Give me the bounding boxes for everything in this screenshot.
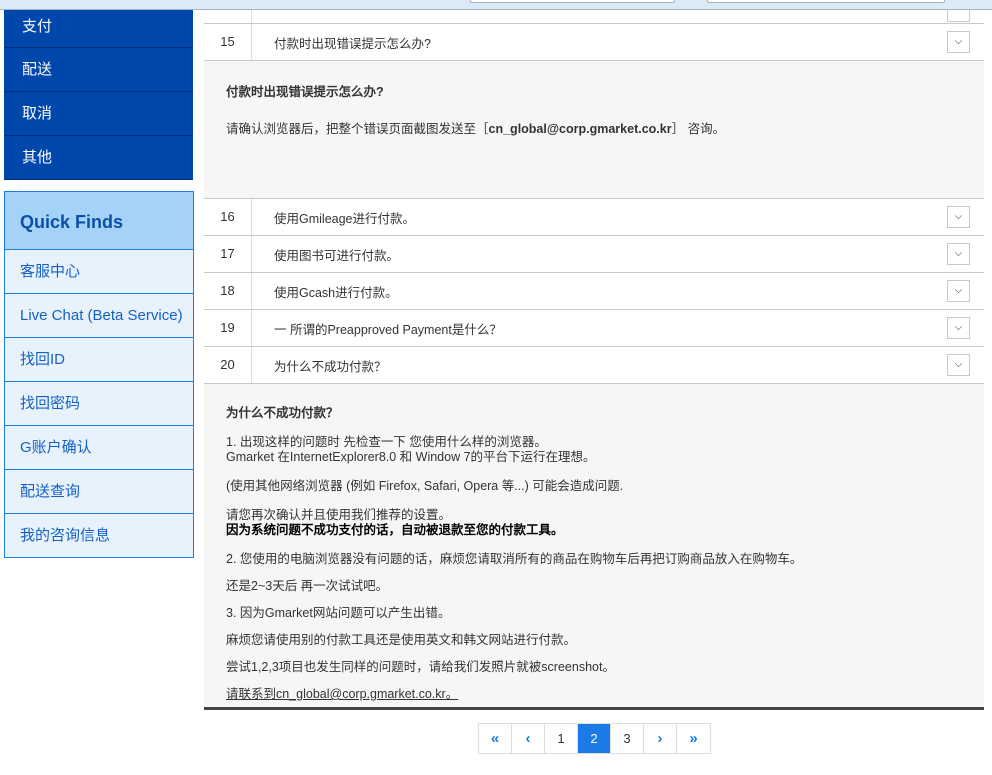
last-page-icon[interactable]: » bbox=[677, 724, 710, 753]
faq-number: 19 bbox=[204, 310, 252, 346]
page-1[interactable]: 1 bbox=[545, 724, 578, 753]
faq-number: 16 bbox=[204, 199, 252, 235]
quick-finds-panel: Quick Finds 客服中心 Live Chat (Beta Service… bbox=[4, 191, 194, 558]
pagination: « ‹ 1 2 3 › » bbox=[478, 723, 711, 754]
chevron-down-icon[interactable]: ⌵ bbox=[947, 280, 970, 302]
faq-number: 17 bbox=[204, 236, 252, 272]
faq-question[interactable]: 使用Gmileage进行付款。 bbox=[252, 208, 984, 227]
answer-text: ］ 咨询。 bbox=[671, 122, 726, 136]
answer-title: 为什么不成功付款？ bbox=[226, 406, 339, 420]
contact-email-link[interactable]: 请联系到cn_global@corp.gmarket.co.kr。 bbox=[226, 687, 962, 702]
chevron-down-icon[interactable]: ⌵ bbox=[947, 354, 970, 376]
faq-table: 15 付款时出现错误提示怎么办? ⌵ 付款时出现错误提示怎么办? 请确认浏览器后… bbox=[204, 10, 984, 710]
quick-link-find-id[interactable]: 找回ID bbox=[5, 338, 193, 382]
answer-line: 2. 您使用的电脑浏览器没有问题的话，麻烦您请取消所有的商品在购物车后再把订购商… bbox=[226, 552, 803, 566]
quick-link-delivery-tracking[interactable]: 配送查询 bbox=[5, 470, 193, 514]
toolbar-field[interactable] bbox=[470, 0, 675, 3]
faq-question[interactable]: 一 所谓的Preapproved Payment是什么？ bbox=[252, 319, 984, 338]
toolbar-field[interactable] bbox=[707, 0, 945, 3]
faq-row[interactable]: 19 一 所谓的Preapproved Payment是什么？ ⌵ bbox=[204, 310, 984, 347]
first-page-icon[interactable]: « bbox=[479, 724, 512, 753]
sidebar-item-cancel[interactable]: 取消 bbox=[4, 92, 193, 136]
sidebar-item-delivery[interactable]: 配送 bbox=[4, 48, 193, 92]
faq-question[interactable]: 付款时出现错误提示怎么办? bbox=[252, 33, 984, 52]
answer-line: Gmarket 在InternetExplorer8.0 和 Window 7的… bbox=[226, 450, 596, 464]
chevron-down-icon[interactable]: ⌵ bbox=[947, 206, 970, 228]
page-3[interactable]: 3 bbox=[611, 724, 644, 753]
page-2-current[interactable]: 2 bbox=[578, 724, 611, 753]
faq-row[interactable] bbox=[204, 10, 984, 24]
faq-number: 15 bbox=[204, 24, 252, 60]
chevron-down-icon[interactable]: ⌵ bbox=[947, 31, 970, 53]
faq-answer: 为什么不成功付款？ 1. 出现这样的问题时 先检查一下 您使用什么样的浏览器。 … bbox=[204, 384, 984, 710]
answer-line: 3. 因为Gmarket网站问题可以产生出错。 bbox=[226, 606, 451, 620]
sidebar-item-payment[interactable]: 支付 bbox=[4, 10, 193, 48]
answer-line: (使用其他网络浏览器 (例如 Firefox, Safari, Opera 等.… bbox=[226, 479, 624, 493]
quick-finds-title: Quick Finds bbox=[5, 192, 193, 250]
faq-question[interactable]: 使用Gcash进行付款。 bbox=[252, 282, 984, 301]
next-page-icon[interactable]: › bbox=[644, 724, 677, 753]
chevron-down-icon[interactable] bbox=[947, 10, 970, 22]
support-email: cn_global@corp.gmarket.co.kr bbox=[488, 122, 672, 136]
quick-link-find-password[interactable]: 找回密码 bbox=[5, 382, 193, 426]
faq-row[interactable]: 18 使用Gcash进行付款。 ⌵ bbox=[204, 273, 984, 310]
faq-question[interactable]: 使用图书可进行付款。 bbox=[252, 245, 984, 264]
faq-row[interactable]: 15 付款时出现错误提示怎么办? ⌵ bbox=[204, 24, 984, 61]
faq-row[interactable]: 16 使用Gmileage进行付款。 ⌵ bbox=[204, 199, 984, 236]
answer-text: 请确认浏览器后，把整个错误页面截图发送至［ bbox=[226, 122, 489, 136]
prev-page-icon[interactable]: ‹ bbox=[512, 724, 545, 753]
quick-link-my-inquiries[interactable]: 我的咨询信息 bbox=[5, 514, 193, 557]
answer-line: 因为系统问题不成功支付的话，自动被退款至您的付款工具。 bbox=[226, 523, 564, 537]
quick-link-customer-center[interactable]: 客服中心 bbox=[5, 250, 193, 294]
answer-line: 还是2~3天后 再一次试试吧。 bbox=[226, 579, 389, 593]
chevron-down-icon[interactable]: ⌵ bbox=[947, 317, 970, 339]
chevron-down-icon[interactable]: ⌵ bbox=[947, 243, 970, 265]
sidebar-item-other[interactable]: 其他 bbox=[4, 136, 193, 180]
faq-number: 20 bbox=[204, 347, 252, 383]
sidebar-category-nav: 支付 配送 取消 其他 bbox=[4, 10, 193, 180]
answer-line: 请您再次确认并且使用我们推荐的设置。 bbox=[226, 508, 452, 522]
browser-toolbar-strip bbox=[0, 0, 992, 10]
answer-title: 付款时出现错误提示怎么办? bbox=[226, 85, 384, 99]
quick-link-account-confirm[interactable]: G账户确认 bbox=[5, 426, 193, 470]
answer-line: 1. 出现这样的问题时 先检查一下 您使用什么样的浏览器。 bbox=[226, 435, 547, 449]
faq-number: 18 bbox=[204, 273, 252, 309]
answer-line: 尝试1,2,3项目也发生同样的问题时，请给我们发照片就被screenshot。 bbox=[226, 660, 615, 674]
faq-row[interactable]: 20 为什么不成功付款？ ⌵ bbox=[204, 347, 984, 384]
quick-link-live-chat[interactable]: Live Chat (Beta Service) bbox=[5, 294, 193, 338]
faq-answer: 付款时出现错误提示怎么办? 请确认浏览器后，把整个错误页面截图发送至［cn_gl… bbox=[204, 61, 984, 199]
faq-row[interactable]: 17 使用图书可进行付款。 ⌵ bbox=[204, 236, 984, 273]
answer-line: 麻烦您请使用别的付款工具还是使用英文和韩文网站进行付款。 bbox=[226, 633, 577, 647]
faq-question[interactable]: 为什么不成功付款？ bbox=[252, 356, 984, 375]
